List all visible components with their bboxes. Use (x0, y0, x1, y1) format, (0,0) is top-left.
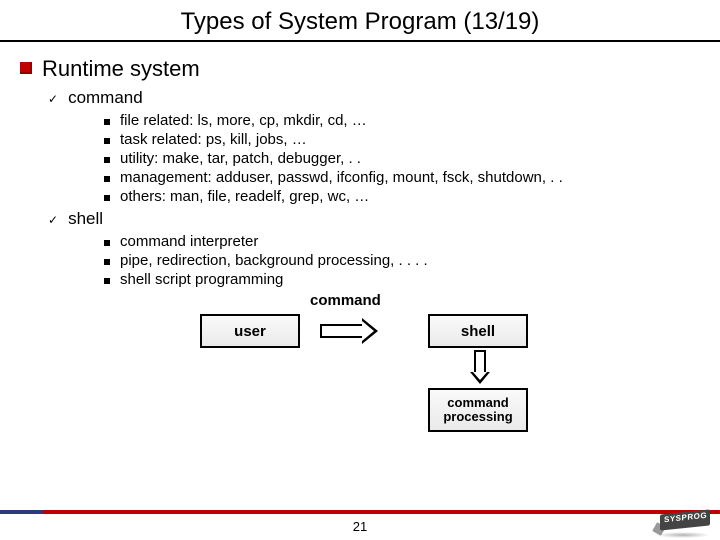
bullet-level3: file related: ls, more, cp, mkdir, cd, … (104, 112, 700, 129)
bullet-level3: utility: make, tar, patch, debugger, . . (104, 150, 700, 167)
square-small-bullet-icon (104, 157, 110, 163)
check-bullet-icon: ✓ (48, 92, 58, 106)
level3-text: task related: ps, kill, jobs, … (120, 131, 307, 148)
bullet-level1: Runtime system (20, 56, 700, 82)
slide-content: Runtime system ✓ command file related: l… (0, 42, 720, 432)
square-small-bullet-icon (104, 240, 110, 246)
diagram-command-label: command (310, 292, 381, 309)
level3-text: shell script programming (120, 271, 283, 288)
bullet-level2: ✓ shell (48, 209, 700, 229)
square-small-bullet-icon (104, 138, 110, 144)
level3-text: utility: make, tar, patch, debugger, . . (120, 150, 361, 167)
slide-title: Types of System Program (13/19) (181, 8, 540, 36)
square-bullet-icon (20, 62, 32, 74)
sysprog-logo: SYSPROG (650, 508, 716, 538)
check-bullet-icon: ✓ (48, 213, 58, 227)
level3-text: pipe, redirection, background processing… (120, 252, 428, 269)
bullet-level3: others: man, file, readelf, grep, wc, … (104, 188, 700, 205)
square-small-bullet-icon (104, 278, 110, 284)
bullet-level2: ✓ command (48, 88, 700, 108)
diagram-command-processing-box: command processing (428, 388, 528, 432)
arrow-right-icon (320, 318, 380, 344)
level2-text: command (68, 88, 143, 108)
bullet-level3: task related: ps, kill, jobs, … (104, 131, 700, 148)
page-number: 21 (0, 519, 720, 534)
bullet-level3: command interpreter (104, 233, 700, 250)
level3-text: command interpreter (120, 233, 258, 250)
square-small-bullet-icon (104, 176, 110, 182)
diagram-user-box: user (200, 314, 300, 348)
square-small-bullet-icon (104, 195, 110, 201)
arrow-down-icon (470, 350, 490, 386)
level2-text: shell (68, 209, 103, 229)
bullet-level3: management: adduser, passwd, ifconfig, m… (104, 169, 700, 186)
footer-divider (0, 510, 720, 514)
diagram-shell-box: shell (428, 314, 528, 348)
level3-text: management: adduser, passwd, ifconfig, m… (120, 169, 563, 186)
bullet-level3: pipe, redirection, background processing… (104, 252, 700, 269)
square-small-bullet-icon (104, 259, 110, 265)
level3-text: others: man, file, readelf, grep, wc, … (120, 188, 369, 205)
square-small-bullet-icon (104, 119, 110, 125)
shell-diagram: command user shell command processing (20, 292, 700, 432)
bullet-level3: shell script programming (104, 271, 700, 288)
level3-text: file related: ls, more, cp, mkdir, cd, … (120, 112, 367, 129)
level1-text: Runtime system (42, 56, 200, 82)
